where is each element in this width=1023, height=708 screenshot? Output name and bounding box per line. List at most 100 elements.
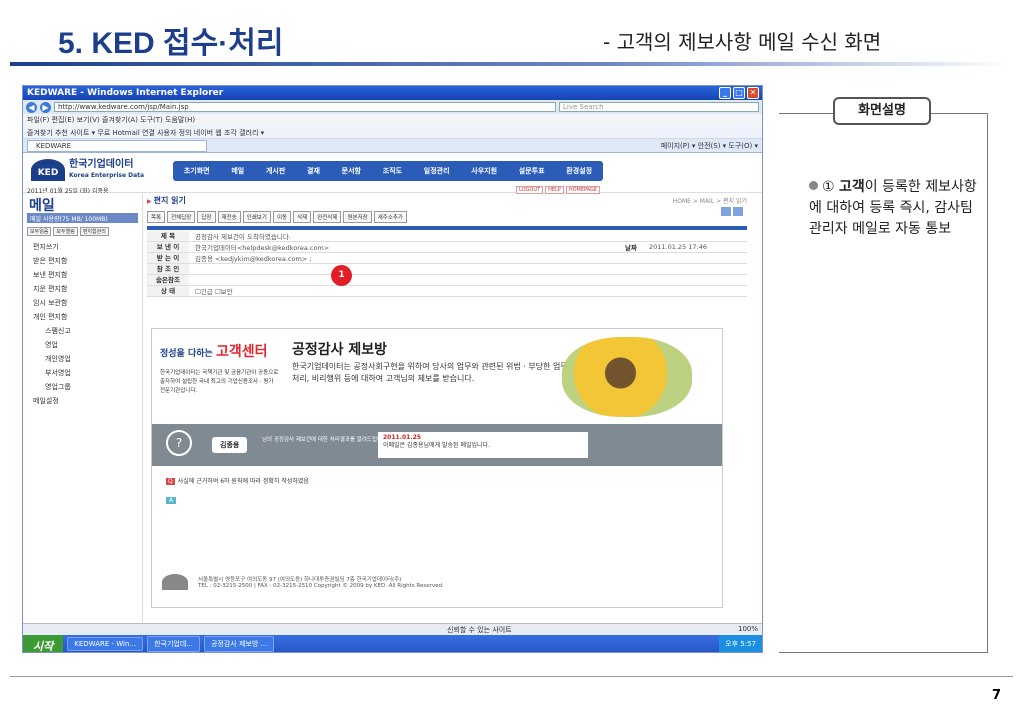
task-ked[interactable]: 한국기업데... [147,636,200,652]
url-input[interactable]: http://www.kedware.com/jsp/Main.jsp [54,102,556,112]
nav-survey[interactable]: 설문투표 [519,166,545,176]
nav-support[interactable]: 사우지원 [471,166,497,176]
nav-mail[interactable]: 메일 [231,166,244,176]
status-checkboxes[interactable]: ☐긴급 ☐보안 [189,286,747,296]
notice-strip: ? 김종용 님의 공정감사 제보건에 대한 처리결과를 알려드립니다. 2011… [152,424,722,466]
sidebar-item-mail-settings[interactable]: 메일설정 [23,394,142,408]
sunflower-image [562,337,692,417]
mark-all-read-button[interactable]: 모두읽음 [27,227,52,236]
a-badge: A [166,497,177,504]
mail-usage: 메일 사용량(75 MB/ 100MB) [27,213,138,223]
bcc-label: 숨은참조 [147,275,189,285]
menu-bar[interactable]: 파일(F) 편집(E) 보기(V) 즐겨찾기(A) 도구(T) 도움말(H) [23,114,762,126]
sidebar-item-personal-sales[interactable]: 개인영업 [23,352,142,366]
slogan-small: 한국기업데이터는 국책기관 및 금융기관이 공동으로 출자하여 설립한 국내 최… [160,370,279,394]
sidebar-item-personal[interactable]: 개인 편지함 [23,310,142,324]
ked-logo-mark: KED [31,159,65,181]
sender-value[interactable]: 한국기업데이터<helpdesk@kedkorea.com> [189,242,625,252]
receiver-value[interactable]: 김종용 <kedjykim@kedkorea.com> ; [189,253,747,263]
ked-logo[interactable]: KED 한국기업데이터 Korea Enterprise Data [31,159,144,181]
tab-bar: KEDWARE 페이지(P) ▾ 안전(S) ▾ 도구(O) ▾ [23,139,762,153]
panel-description: ① 고객이 등록한 제보사항에 대하여 등록 즉시, 감사팀 관리자 메일로 자… [809,179,977,237]
reply-button[interactable]: 답장 [197,211,216,223]
list-button[interactable]: 목록 [147,211,166,223]
footer-tel: TEL : 02-3215-2500 | FAX : 02-3215-2510 … [198,583,444,589]
sidebar-item-spam[interactable]: 스팸신고 [23,324,142,338]
browser-title-bar: KEDWARE - Windows Internet Explorer _ □ … [23,86,762,100]
mail-title: 편지 읽기 [147,193,747,208]
delete-button[interactable]: 삭제 [293,211,312,223]
add-address-button[interactable]: 새주소추가 [373,211,407,223]
tools-menu[interactable]: 페이지(P) ▾ 안전(S) ▾ 도구(O) ▾ [661,141,758,151]
sidebar-item-sales-group[interactable]: 영업그룹 [23,380,142,394]
resend-button[interactable]: 재전송 [217,211,241,223]
nav-org[interactable]: 조직도 [383,166,402,176]
prev-mail-icon[interactable] [721,207,731,216]
maximize-icon[interactable]: □ [733,87,745,99]
nav-docs[interactable]: 문서함 [342,166,361,176]
recipient-name: 김종용 [212,437,248,453]
next-mail-icon[interactable] [733,207,743,216]
tab-kedware[interactable]: KEDWARE [27,139,207,152]
nav-settings[interactable]: 환경설정 [566,166,592,176]
permanent-delete-button[interactable]: 완전삭제 [313,211,342,223]
step-badge: 1 [331,265,352,286]
sidebar-item-trash[interactable]: 지운 편지함 [23,282,142,296]
sidebar-item-drafts[interactable]: 임시 보관함 [23,296,142,310]
slogan: 정성을 다하는 고객센터 [160,344,268,360]
slide-subtitle: - 고객의 제보사항 메일 수신 화면 [603,30,882,54]
save-original-button[interactable]: 원본저장 [343,211,372,223]
folder-manage-button[interactable]: 편지함관리 [79,227,109,236]
sender-label: 보 낸 이 [147,242,189,252]
back-icon[interactable]: ◀ [26,101,37,113]
close-icon[interactable]: ✕ [747,87,759,99]
sidebar-item-compose[interactable]: 편지쓰기 [23,240,142,254]
sidebar-item-inbox[interactable]: 받은 편지함 [23,254,142,268]
print-button[interactable]: 인쇄보기 [242,211,271,223]
window-title: KEDWARE - Windows Internet Explorer [27,88,224,98]
panel-heading: 화면설명 [833,97,931,125]
title-rule [10,62,1013,66]
cc-label: 참 조 인 [147,264,189,274]
bottom-rule [10,676,1013,677]
banner-footer: 서울특별시 영등포구 여의도동 97 (여의도동) 하나대투증권빌딩 7층 한국… [162,574,444,590]
mail-sidebar: 메일 메일 사용량(75 MB/ 100MB) 모두읽음 모두열림 편지함관리 … [23,193,143,623]
mail-fields: 제 목 공정감사 제보건이 도착하였습니다. 보 낸 이 한국기업데이터<helpd… [147,231,747,297]
minimize-icon[interactable]: _ [719,87,731,99]
q-badge: Q [166,478,175,485]
nav-home[interactable]: 초기화면 [184,166,210,176]
address-bar: ◀ ▶ http://www.kedware.com/jsp/Main.jsp … [23,100,762,114]
logo-en: Korea Enterprise Data [69,172,145,179]
bullet-icon [809,181,818,190]
reply-all-button[interactable]: 전체답장 [167,211,196,223]
footer-address: 서울특별시 영등포구 여의도동 97 (여의도동) 하나대투증권빌딩 7층 한국… [198,577,402,583]
receiver-label: 받 는 이 [147,253,189,263]
start-button[interactable]: 시작 [23,635,64,652]
date-value: 2011.01.25 17:46 [648,243,707,251]
zoom-level[interactable]: 100% [738,625,758,633]
ked-header: KED 한국기업데이터 Korea Enterprise Data 초기화면 메일… [23,153,762,195]
move-button[interactable]: 이동 [272,211,292,223]
forward-icon[interactable]: ▶ [40,101,51,113]
browser-status-bar: 신뢰할 수 있는 사이트 100% [23,623,762,635]
expand-all-button[interactable]: 모두열림 [53,227,78,236]
banner-text: 한국기업데이터는 공정사회구현을 위하여 당사의 업무와 관련된 위법 · 부당… [292,362,568,383]
notice-date-box: 2011.01.25 이메일은 김종용님에게 발송된 메일입니다. [378,432,588,458]
footer-logo-icon [162,574,188,590]
logo-kr: 한국기업데이터 [69,159,134,170]
nav-schedule[interactable]: 일정관리 [424,166,450,176]
header-divider [147,226,747,230]
task-kedware[interactable]: KEDWARE - Win... [67,637,144,651]
sidebar-item-sent[interactable]: 보낸 편지함 [23,268,142,282]
sidebar-item-sales[interactable]: 영업 [23,338,142,352]
nav-board[interactable]: 게시판 [266,166,285,176]
notice-text: 님의 공정감사 제보건에 대한 처리결과를 알려드립니다. [262,437,389,443]
browser-screenshot: KEDWARE - Windows Internet Explorer _ □ … [22,85,763,653]
sidebar-item-dept-sales[interactable]: 부서영업 [23,366,142,380]
banner-title: 공정감사 제보방 [292,342,388,358]
favorites-bar[interactable]: 즐겨찾기 추천 사이트 ▾ 무료 Hotmail 연결 사용자 정의 네이버 웹… [23,126,762,139]
slide-title: 5. KED 접수·처리 [58,27,284,60]
search-input[interactable]: Live Search [559,102,759,112]
task-report[interactable]: 공정감사 제보방 ... [203,636,275,652]
nav-approval[interactable]: 결재 [307,166,320,176]
